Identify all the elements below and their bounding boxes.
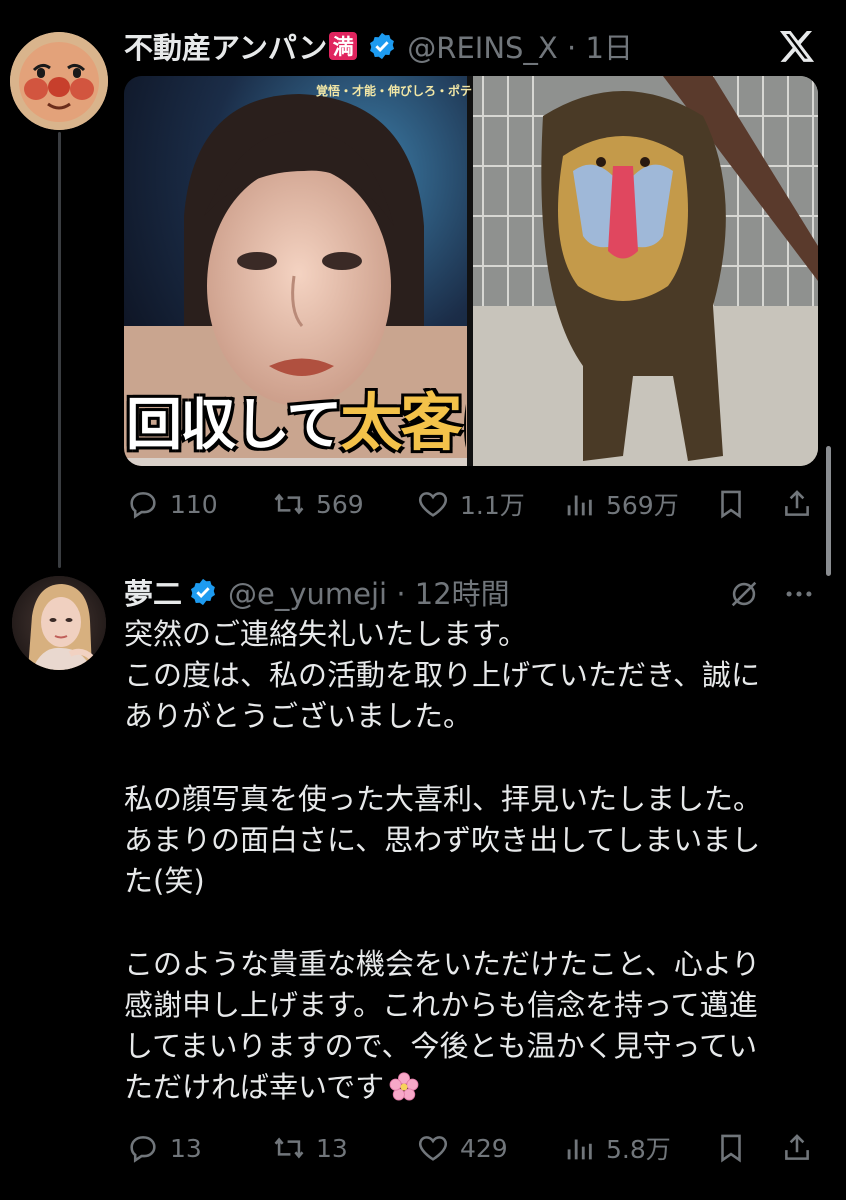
like-button[interactable]: 429 xyxy=(416,1128,508,1168)
reply-line: た(笑) xyxy=(124,864,205,899)
reply-handle-time: @e_yumeji · 12時間 xyxy=(228,577,510,611)
retweet-count: 13 xyxy=(316,1133,348,1163)
views-icon xyxy=(567,1139,592,1160)
like-icon xyxy=(418,492,448,517)
avatar[interactable] xyxy=(12,576,106,670)
reply-line: 私の顔写真を使った大喜利、拝見いたしました。 xyxy=(124,781,763,816)
verified-icon xyxy=(191,578,216,606)
media-top-caption: 覚悟・才能・伸びしろ・ポテ xyxy=(316,84,473,98)
anpanman-avatar-image xyxy=(10,32,108,130)
media-image-right[interactable] xyxy=(473,76,818,466)
retweet-button[interactable]: 13 xyxy=(272,1128,348,1168)
share-icon xyxy=(785,1134,809,1160)
author-name[interactable]: 不動産アンパン xyxy=(124,25,327,67)
cherry-blossom-icon xyxy=(389,1072,419,1101)
views-icon xyxy=(567,495,592,516)
reply-line: あまりの面白さに、思わず吹き出してしまいまし xyxy=(124,823,761,857)
views-count: 569万 xyxy=(606,491,679,520)
tweet-actions: 110 569 1.1万 569万 xyxy=(0,484,846,524)
reply-actions: 13 13 429 5.8万 xyxy=(0,1128,846,1168)
x-logo-icon[interactable] xyxy=(776,24,818,68)
retweet-icon xyxy=(274,1137,304,1159)
reply-button[interactable]: 13 xyxy=(126,1128,202,1168)
like-count: 1.1万 xyxy=(460,491,525,520)
media-caption-accent: 太客にし xyxy=(340,388,466,458)
views-count: 5.8万 xyxy=(606,1135,671,1164)
like-count: 429 xyxy=(460,1133,508,1163)
bookmark-icon xyxy=(721,1134,741,1163)
yumeji-avatar-image xyxy=(12,576,106,670)
bookmark-button[interactable] xyxy=(714,1128,748,1168)
media-caption-main: 回収して xyxy=(126,393,342,458)
reply-line: このような貴重な機会をいただけたこと、心より xyxy=(124,946,761,981)
verified-icon xyxy=(370,32,395,60)
like-button[interactable]: 1.1万 xyxy=(416,484,525,524)
views-button[interactable]: 569万 xyxy=(562,484,679,524)
reply-header: 夢二 @e_yumeji · 12時間 xyxy=(124,572,510,612)
reply-line: ありがとうございました。 xyxy=(124,699,473,734)
reply-icon xyxy=(130,492,156,519)
reply-line: 突然のご連絡失礼いたします。 xyxy=(124,617,528,651)
retweet-button[interactable]: 569 xyxy=(272,484,364,524)
retweet-icon xyxy=(274,493,304,515)
reply-line: してまいりますので、今後とも温かく見守ってい xyxy=(124,1029,758,1063)
handle-time: @REINS_X · 1日 xyxy=(407,31,633,65)
reply-body: 突然のご連絡失礼いたします。 この度は、私の活動を取り上げていただき、誠に あり… xyxy=(124,614,804,1108)
reply-author-name[interactable]: 夢二 xyxy=(124,571,182,613)
retweet-count: 569 xyxy=(316,489,364,519)
author-badge: 満 xyxy=(329,32,358,60)
reply-line: この度は、私の活動を取り上げていただき、誠に xyxy=(124,658,760,693)
views-button[interactable]: 5.8万 xyxy=(562,1128,671,1168)
reply-line: ただければ幸いです xyxy=(124,1070,385,1105)
avatar[interactable] xyxy=(10,32,108,130)
reply-line: 感謝申し上げます。これからも信念を持って邁進 xyxy=(124,987,758,1022)
reply-icon xyxy=(130,1136,156,1163)
reply-count: 13 xyxy=(170,1133,202,1163)
share-button[interactable] xyxy=(780,1128,814,1168)
grok-icon[interactable] xyxy=(724,574,764,614)
reply-count: 110 xyxy=(170,489,218,519)
reply-button[interactable]: 110 xyxy=(126,484,218,524)
media-image-left[interactable]: 覚悟・才能・伸びしろ・ポテ 回収して太客にし xyxy=(124,76,472,466)
caption-strip xyxy=(124,458,467,466)
tweet-header: 不動産アンパン 満 @REINS_X · 1日 xyxy=(124,26,633,66)
bookmark-icon xyxy=(721,490,741,519)
share-icon xyxy=(785,490,809,516)
bookmark-button[interactable] xyxy=(714,484,748,524)
share-button[interactable] xyxy=(780,484,814,524)
media-caption: 回収して太客にし xyxy=(126,388,466,458)
tweet-media[interactable]: 覚悟・才能・伸びしろ・ポテ 回収して太客にし xyxy=(124,76,818,466)
more-icon[interactable] xyxy=(778,574,820,614)
like-icon xyxy=(418,1136,448,1161)
reply-last-line: ただければ幸いです xyxy=(124,1067,804,1108)
